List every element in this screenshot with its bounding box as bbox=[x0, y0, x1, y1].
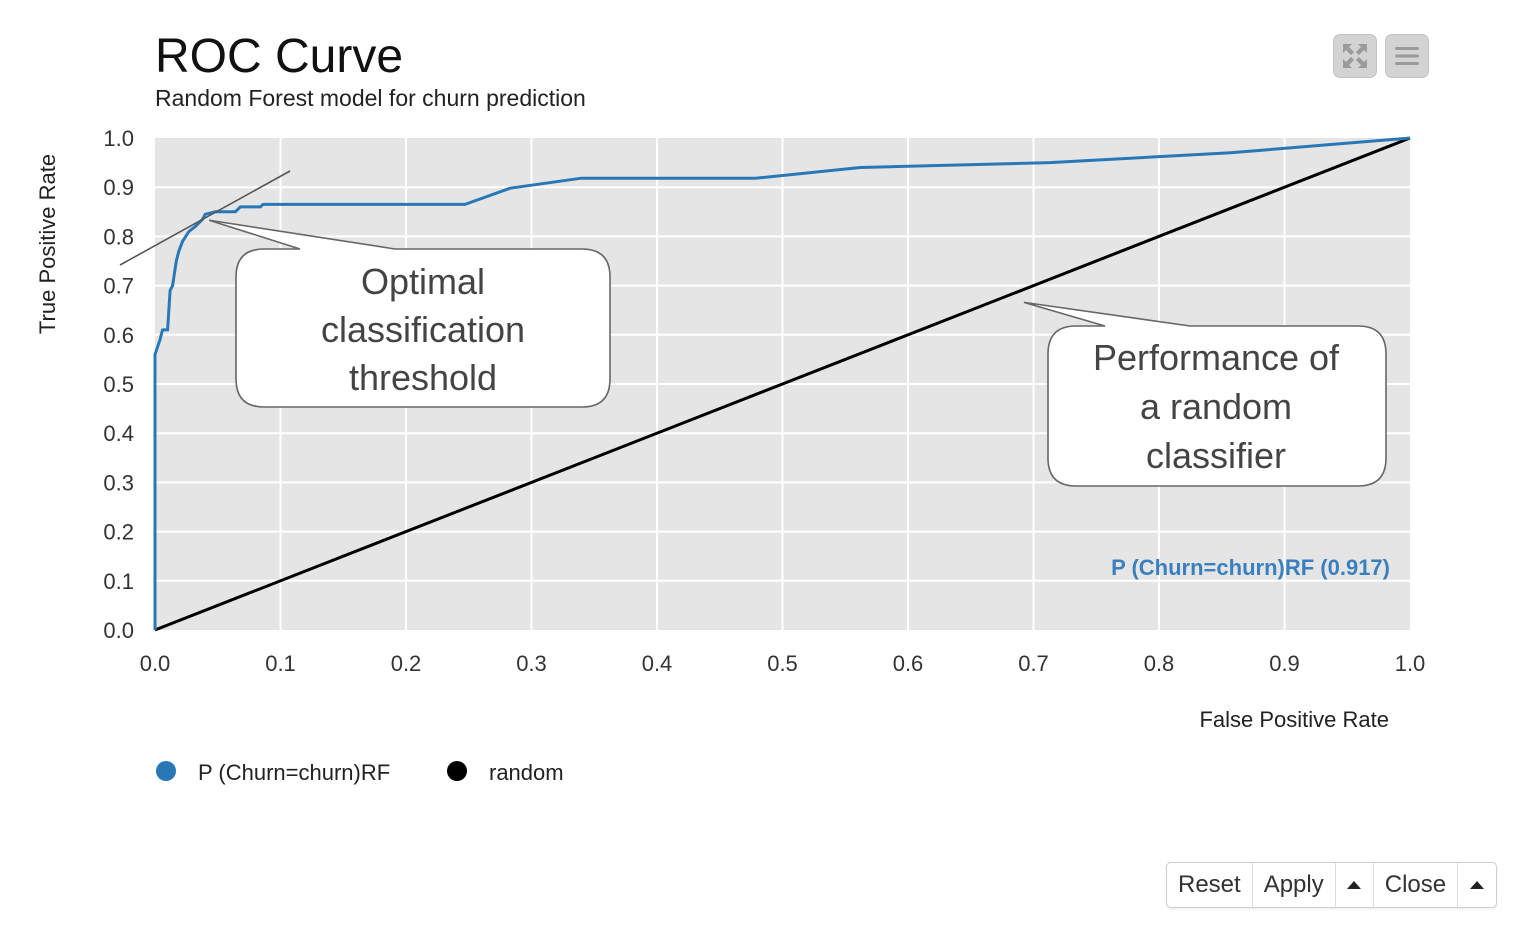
y-tick-label: 0.7 bbox=[103, 274, 134, 299]
y-tick-label: 1.0 bbox=[103, 126, 134, 151]
close-options-button[interactable] bbox=[1458, 863, 1497, 907]
y-tick-label: 0.4 bbox=[103, 421, 134, 446]
apply-options-button[interactable] bbox=[1335, 863, 1374, 907]
callout-text: Optimal bbox=[361, 261, 485, 302]
x-tick-label: 1.0 bbox=[1395, 651, 1426, 676]
y-axis-title: True Positive Rate bbox=[35, 154, 60, 334]
y-tick-label: 0.8 bbox=[103, 224, 134, 249]
x-axis-title: False Positive Rate bbox=[1199, 707, 1389, 732]
chart-title: ROC Curve bbox=[155, 30, 403, 83]
y-tick-label: 0.3 bbox=[103, 470, 134, 495]
apply-button[interactable]: Apply bbox=[1252, 863, 1336, 907]
y-tick-label: 0.0 bbox=[103, 618, 134, 643]
y-tick-label: 0.2 bbox=[103, 520, 134, 545]
x-tick-label: 0.0 bbox=[140, 651, 171, 676]
callout-text: threshold bbox=[349, 357, 497, 398]
x-tick-label: 0.6 bbox=[893, 651, 924, 676]
caret-up-icon bbox=[1470, 881, 1485, 889]
reset-button[interactable]: Reset bbox=[1167, 863, 1253, 907]
callout-text: classification bbox=[321, 309, 525, 350]
y-tick-label: 0.6 bbox=[103, 323, 134, 348]
dialog-button-group: Reset Apply Close bbox=[1166, 862, 1498, 908]
x-tick-label: 0.2 bbox=[391, 651, 422, 676]
x-tick-label: 0.3 bbox=[516, 651, 547, 676]
x-tick-label: 0.7 bbox=[1018, 651, 1049, 676]
legend-item-rf[interactable]: P (Churn=churn)RF bbox=[156, 760, 390, 785]
close-button[interactable]: Close bbox=[1373, 863, 1459, 907]
y-tick-label: 0.9 bbox=[103, 175, 134, 200]
legend-label-random: random bbox=[489, 760, 564, 785]
y-tick-label: 0.1 bbox=[103, 569, 134, 594]
legend-marker-rf bbox=[156, 761, 176, 781]
x-tick-label: 0.5 bbox=[767, 651, 798, 676]
callout-text: a random bbox=[1140, 386, 1292, 427]
callout-text: Performance of bbox=[1093, 337, 1340, 378]
auc-label: P (Churn=churn)RF (0.917) bbox=[1111, 555, 1390, 580]
x-axis-ticks: 0.0 0.1 0.2 0.3 0.4 0.5 0.6 0.7 0.8 0.9 1.0 bbox=[140, 651, 1426, 676]
x-tick-label: 0.1 bbox=[265, 651, 296, 676]
caret-up-icon bbox=[1347, 881, 1362, 889]
legend-label-rf: P (Churn=churn)RF bbox=[198, 760, 390, 785]
x-tick-label: 0.9 bbox=[1269, 651, 1300, 676]
y-axis-ticks: 0.0 0.1 0.2 0.3 0.4 0.5 0.6 0.7 0.8 0.9 1.0 bbox=[103, 126, 134, 643]
x-tick-label: 0.8 bbox=[1144, 651, 1175, 676]
x-tick-label: 0.4 bbox=[642, 651, 673, 676]
chart-subtitle: Random Forest model for churn prediction bbox=[155, 85, 586, 111]
legend-item-random[interactable]: random bbox=[447, 760, 564, 785]
roc-chart: ROC Curve Random Forest model for churn … bbox=[35, 30, 1426, 785]
legend: P (Churn=churn)RF random bbox=[156, 760, 564, 785]
y-tick-label: 0.5 bbox=[103, 372, 134, 397]
callout-text: classifier bbox=[1146, 435, 1286, 476]
legend-marker-random bbox=[447, 761, 467, 781]
